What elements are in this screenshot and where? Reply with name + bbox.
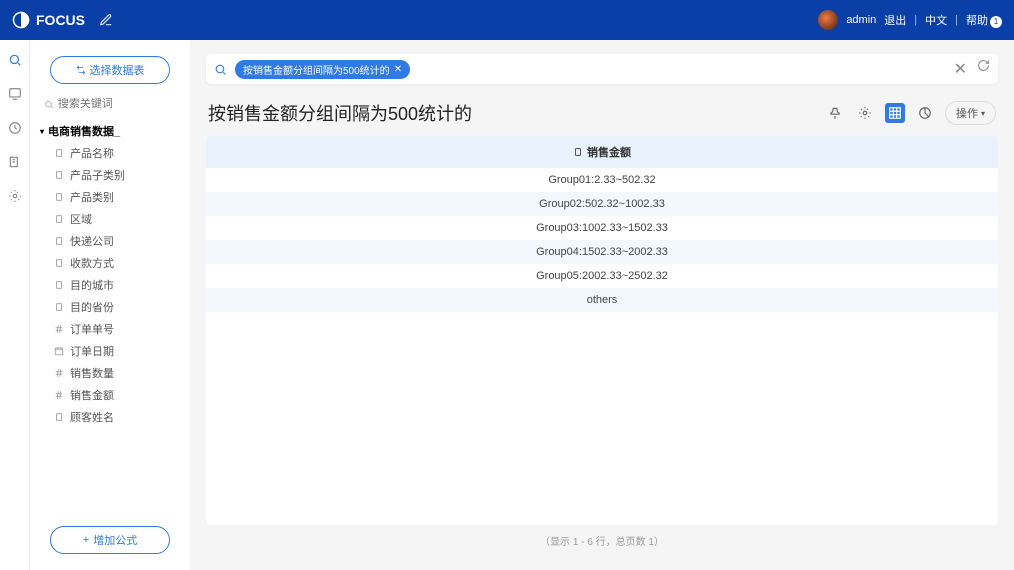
field-item[interactable]: 产品子类别 [40,164,180,186]
table-row[interactable]: Group02:502.32~1002.33 [206,192,998,216]
main-area: 按销售金额分组间隔为500统计的 ✕ ✕ 按销售金额分组间隔为500统计的 操作… [190,40,1014,570]
search-icon [214,63,227,76]
field-label: 订单单号 [70,321,114,337]
field-label: 产品名称 [70,145,114,161]
field-item[interactable]: 目的省份 [40,296,180,318]
page-title: 按销售金额分组间隔为500统计的 [208,100,472,126]
title-actions: 操作▾ [825,101,996,125]
field-label: 销售数量 [70,365,114,381]
field-item[interactable]: 区域 [40,208,180,230]
query-chip[interactable]: 按销售金额分组间隔为500统计的 ✕ [235,60,410,79]
swap-icon [76,65,86,75]
rail-board-icon[interactable] [7,86,23,102]
dataset-node[interactable]: 电商销售数据_ [40,120,180,142]
text-icon [54,170,64,180]
field-label: 收款方式 [70,255,114,271]
field-item[interactable]: 产品类别 [40,186,180,208]
header-right: admin 退出 | 中文 | 帮助1 [818,10,1002,30]
add-formula-button[interactable]: + 增加公式 [50,526,170,554]
sidebar-search[interactable] [44,98,176,110]
rail-settings-icon[interactable] [7,188,23,204]
operations-button[interactable]: 操作▾ [945,101,996,125]
pin-icon[interactable] [825,103,845,123]
text-icon [54,280,64,290]
chip-close-icon[interactable]: ✕ [394,64,402,75]
avatar[interactable] [818,10,838,30]
calendar-icon [54,346,64,356]
field-item[interactable]: 销售数量 [40,362,180,384]
field-label: 区域 [70,211,92,227]
rail-data-icon[interactable] [7,154,23,170]
field-label: 订单日期 [70,343,114,359]
text-icon [54,214,64,224]
help-link[interactable]: 帮助1 [966,12,1002,28]
field-label: 销售金额 [70,387,114,403]
sidebar-search-input[interactable] [58,98,176,110]
field-label: 目的省份 [70,299,114,315]
table-view-icon[interactable] [885,103,905,123]
field-item[interactable]: 收款方式 [40,252,180,274]
lang-link[interactable]: 中文 [925,12,947,28]
divider: | [955,14,958,26]
app-logo: FOCUS [12,11,85,29]
refresh-icon[interactable] [977,59,990,79]
sidebar: 选择数据表 电商销售数据_ 产品名称产品子类别产品类别区域快递公司收款方式目的城… [30,40,190,570]
field-label: 快递公司 [70,233,114,249]
rail-search-icon[interactable] [7,52,23,68]
gear-icon[interactable] [855,103,875,123]
field-item[interactable]: 快递公司 [40,230,180,252]
table-row[interactable]: Group03:1002.33~1502.33 [206,216,998,240]
top-header: FOCUS admin 退出 | 中文 | 帮助1 [0,0,1014,40]
number-icon [54,368,64,378]
query-bar: 按销售金额分组间隔为500统计的 ✕ ✕ [206,54,998,84]
table-row[interactable]: Group04:1502.33~2002.33 [206,240,998,264]
text-icon [54,302,64,312]
logo-icon [12,11,30,29]
number-icon [54,390,64,400]
select-table-button[interactable]: 选择数据表 [50,56,170,84]
rail-history-icon[interactable] [7,120,23,136]
text-icon [54,148,64,158]
field-label: 顾客姓名 [70,409,114,425]
text-icon [54,412,64,422]
edit-icon[interactable] [99,13,113,27]
table-row[interactable]: Group01:2.33~502.32 [206,168,998,192]
help-badge-icon: 1 [990,16,1002,28]
field-tree: 电商销售数据_ 产品名称产品子类别产品类别区域快递公司收款方式目的城市目的省份订… [30,120,190,516]
search-icon [44,99,54,110]
text-icon [54,258,64,268]
field-item[interactable]: 订单单号 [40,318,180,340]
field-item[interactable]: 产品名称 [40,142,180,164]
table-header[interactable]: 销售金额 [206,136,998,168]
chart-view-icon[interactable] [915,103,935,123]
field-item[interactable]: 销售金额 [40,384,180,406]
chevron-down-icon: ▾ [981,109,985,118]
field-label: 产品子类别 [70,167,125,183]
table-row[interactable]: Group05:2002.33~2502.32 [206,264,998,288]
clear-icon[interactable]: ✕ [954,59,967,79]
field-item[interactable]: 顾客姓名 [40,406,180,428]
text-icon [54,236,64,246]
plus-icon: + [83,534,89,546]
field-label: 产品类别 [70,189,114,205]
field-label: 目的城市 [70,277,114,293]
username[interactable]: admin [846,14,876,26]
field-item[interactable]: 目的城市 [40,274,180,296]
text-icon [54,192,64,202]
result-table: 销售金额 Group01:2.33~502.32Group02:502.32~1… [206,136,998,525]
field-item[interactable]: 订单日期 [40,340,180,362]
table-body: Group01:2.33~502.32Group02:502.32~1002.3… [206,168,998,525]
column-icon [573,147,583,157]
number-icon [54,324,64,334]
app-name: FOCUS [36,12,85,28]
table-row[interactable]: others [206,288,998,312]
pager-text: （显示 1 - 6 行，总页数 1） [206,525,998,556]
divider: | [914,14,917,26]
logout-link[interactable]: 退出 [884,12,906,28]
title-row: 按销售金额分组间隔为500统计的 操作▾ [208,100,996,126]
icon-rail [0,40,30,570]
